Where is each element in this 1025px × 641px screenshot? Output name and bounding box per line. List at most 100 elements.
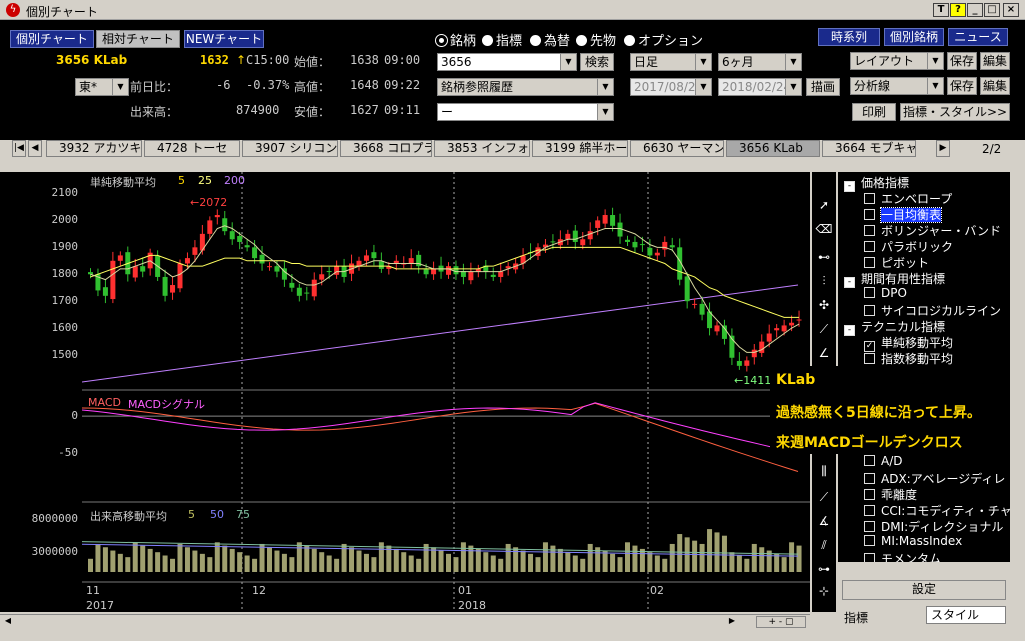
indicator-item[interactable]: パラボリック xyxy=(864,238,953,254)
stock-tab[interactable]: 3932 アカツキ xyxy=(46,140,142,157)
horizontal-line-icon[interactable]: ⊷ xyxy=(815,248,833,266)
analysis-callout: KLab 過熱感無く5日線に沿って上昇。 来週MACDゴールデンクロス xyxy=(770,366,1010,454)
indicator-style-button[interactable]: 指標・スタイル>> xyxy=(900,103,1010,121)
history-select[interactable]: 銘柄参照履歴 ▼ xyxy=(437,78,614,96)
candle-body xyxy=(610,215,616,226)
indicator-item[interactable]: ✓ 単純移動平均 xyxy=(864,334,953,352)
indicator-item[interactable]: ADX:アベレージディレ xyxy=(864,470,1005,486)
radio-stock[interactable]: 銘柄 xyxy=(436,30,476,49)
range-select[interactable]: 6ヶ月 ▼ xyxy=(718,53,802,71)
date-from-input[interactable]: 2017/08/24 ▼ xyxy=(630,78,712,96)
stock-tab[interactable]: 3664 モブキャス xyxy=(822,140,916,157)
bar-type-select[interactable]: 日足 ▼ xyxy=(630,53,712,71)
text-button[interactable]: T xyxy=(933,3,949,17)
indicator-item[interactable]: ボリンジャー・バンド xyxy=(864,222,1001,238)
indicator-item[interactable]: 一目均衡表 xyxy=(864,206,943,223)
vertical-line-icon[interactable]: ⫶ xyxy=(815,272,833,290)
edit-analysis-button[interactable]: 編集 xyxy=(980,77,1010,95)
indicator-item[interactable]: ピボット xyxy=(864,254,929,270)
stock-tab[interactable]: 6630 ヤーマン xyxy=(630,140,724,157)
indicator-category[interactable]: - 期間有用性指標 xyxy=(844,270,945,288)
draw-button[interactable]: 描画 xyxy=(806,78,840,96)
candle-body xyxy=(244,245,250,248)
ray-line-icon[interactable]: ⟋ xyxy=(815,488,833,506)
radio-options[interactable]: オプション xyxy=(624,30,703,49)
horizontal-scrollbar[interactable]: ◀ ▶ + - ▢ xyxy=(0,614,810,628)
stock-tab[interactable]: 3668 コロプラ xyxy=(340,140,432,157)
zoom-controls[interactable]: + - ▢ xyxy=(756,616,806,628)
next-tab-icon[interactable]: ▶ xyxy=(936,140,950,157)
pointer-icon[interactable]: ➚ xyxy=(815,196,833,214)
indicator-item[interactable]: DMI:ディレクショナル xyxy=(864,518,1003,534)
save-analysis-button[interactable]: 保存 xyxy=(947,77,977,95)
stock-tab-active[interactable]: 3656 KLab xyxy=(726,140,820,157)
gann-icon[interactable]: ∡ xyxy=(815,512,833,530)
indicator-item[interactable]: DPO xyxy=(864,286,907,302)
print-button[interactable]: 印刷 xyxy=(852,103,896,121)
indicator-item[interactable]: 指数移動平均 xyxy=(864,350,953,366)
title-bar: ϟ 個別チャート T ? _ □ × xyxy=(0,0,1025,20)
stock-code-input[interactable]: 3656 ▼ xyxy=(437,53,577,71)
indicator-item[interactable]: エンベロープ xyxy=(864,190,952,206)
timeseries-button[interactable]: 時系列 xyxy=(818,28,880,46)
channel-icon[interactable]: ⫽ xyxy=(815,536,833,554)
eraser-icon[interactable]: ⌫ xyxy=(815,220,833,238)
radio-forex[interactable]: 為替 xyxy=(530,30,570,49)
radio-futures[interactable]: 先物 xyxy=(576,30,616,49)
settings-button[interactable]: 設定 xyxy=(842,580,1006,600)
candle-body xyxy=(289,282,295,288)
maximize-button[interactable]: □ xyxy=(984,3,1000,17)
close-button[interactable]: × xyxy=(1003,3,1019,17)
third-select[interactable]: ー ▼ xyxy=(437,103,614,121)
radio-index[interactable]: 指標 xyxy=(482,30,522,49)
stock-tab[interactable]: 3199 綿半ホー… xyxy=(532,140,628,157)
market-select[interactable]: 東* ▼ xyxy=(75,78,129,96)
indicator-item[interactable]: CCI:コモディティ・チャ xyxy=(864,502,1010,518)
parallel-line-icon[interactable]: ⊶ xyxy=(815,560,833,578)
indicator-scroll[interactable] xyxy=(838,564,1010,576)
edit-layout-button[interactable]: 編集 xyxy=(980,52,1010,70)
news-button[interactable]: ニュース xyxy=(948,28,1008,46)
indicator-item[interactable]: MI:MassIndex xyxy=(864,534,962,550)
indicator-item[interactable]: モメンタム xyxy=(864,550,941,562)
tab-individual-chart[interactable]: 個別チャート xyxy=(10,30,94,48)
scroll-right-icon[interactable]: ▶ xyxy=(726,616,738,628)
angle-line-icon[interactable]: ∠ xyxy=(815,344,833,362)
prev-tab-icon[interactable]: ◀ xyxy=(28,140,42,157)
stock-tab[interactable]: 4728 トーセ xyxy=(144,140,240,157)
chart-area[interactable] xyxy=(81,172,810,612)
cross-line-icon[interactable]: ✣ xyxy=(815,296,833,314)
volume-bar xyxy=(132,542,138,572)
candle-body xyxy=(692,303,698,305)
help-button[interactable]: ? xyxy=(950,3,966,17)
volume-bar xyxy=(699,543,705,572)
analysis-line-select[interactable]: 分析線 ▼ xyxy=(850,77,944,95)
indicator-item[interactable]: サイコロジカルライン xyxy=(864,302,1001,318)
minimize-button[interactable]: _ xyxy=(967,3,983,17)
indicator-category[interactable]: - 価格指標 xyxy=(844,174,909,192)
stock-tab[interactable]: 3907 シリコン… xyxy=(242,140,338,157)
tab-new-chart[interactable]: NEWチャート xyxy=(184,30,264,48)
trend-line-icon[interactable]: ⟋ xyxy=(815,320,833,338)
first-tab-icon[interactable]: |◀ xyxy=(12,140,26,157)
save-layout-button[interactable]: 保存 xyxy=(947,52,977,70)
date-to-input[interactable]: 2018/02/24 ▼ xyxy=(718,78,802,96)
indicator-item[interactable]: A/D xyxy=(864,454,903,470)
scroll-left-icon[interactable]: ◀ xyxy=(2,616,14,628)
stock-tab[interactable]: 3853 インフォテリ xyxy=(434,140,530,157)
period-line-icon[interactable]: ⊹ xyxy=(815,582,833,600)
volume-label: 出来高： xyxy=(130,105,179,119)
indicator-item[interactable]: 乖離度 xyxy=(864,486,917,502)
volume-bar xyxy=(580,558,586,572)
indicator-category[interactable]: - テクニカル指標 xyxy=(844,318,945,336)
tab-style[interactable]: スタイル xyxy=(926,606,1006,624)
tab-relative-chart[interactable]: 相対チャート xyxy=(96,30,180,48)
candle-body xyxy=(654,252,660,256)
layout-select[interactable]: レイアウト ▼ xyxy=(850,52,944,70)
fibonacci-icon[interactable]: ⫼ xyxy=(815,462,833,480)
tab-indicator[interactable]: 指標 xyxy=(844,609,868,626)
volume-bar xyxy=(744,558,750,572)
search-button[interactable]: 検索 xyxy=(580,53,614,71)
individual-stock-button[interactable]: 個別銘柄 xyxy=(884,28,944,46)
volume-axis-label: 8000000 xyxy=(31,512,78,526)
